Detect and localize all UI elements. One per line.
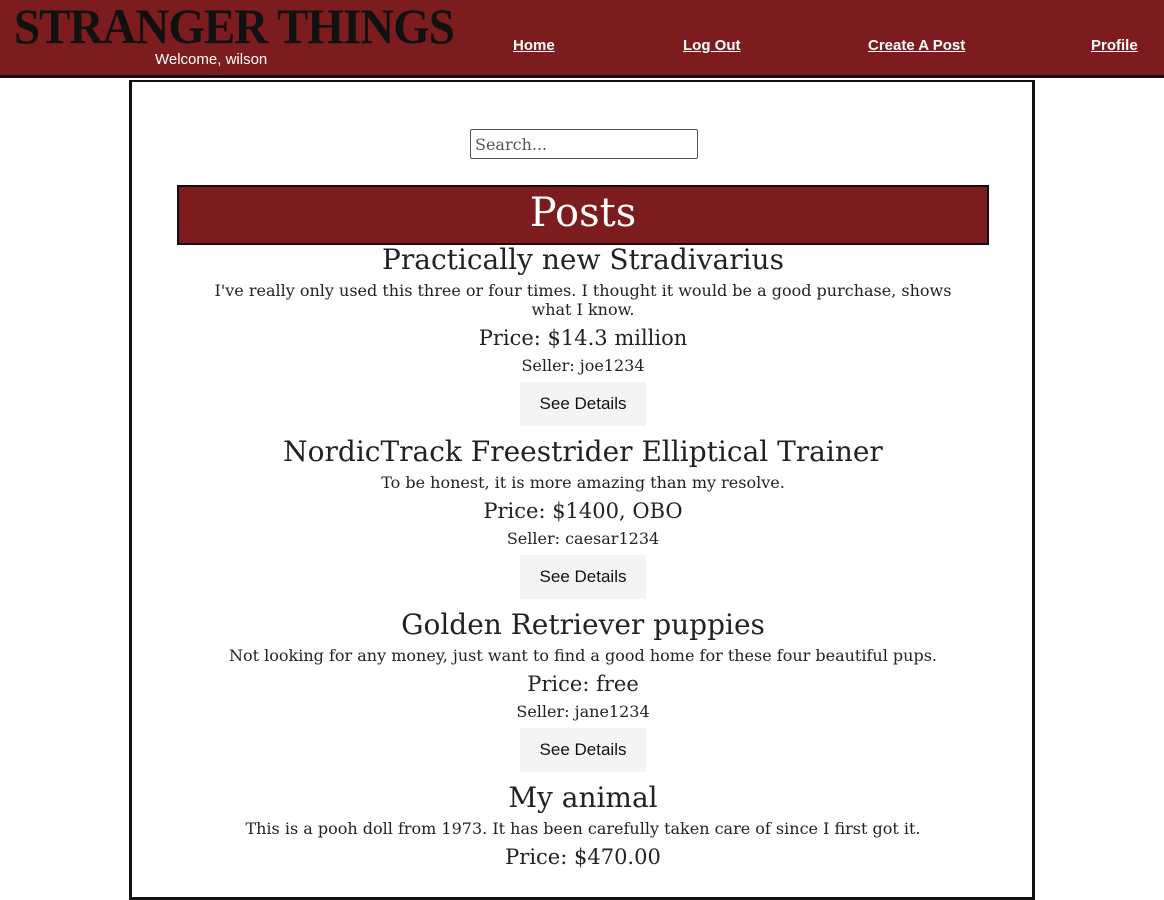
site-logo[interactable]: STRANGER THINGS xyxy=(14,0,455,55)
post-description: This is a pooh doll from 1973. It has be… xyxy=(245,819,921,838)
posts-panel: Posts Practically new Stradivarius I've … xyxy=(129,80,1035,900)
welcome-message: Welcome, wilson xyxy=(155,51,268,68)
nav-logout-link[interactable]: Log Out xyxy=(683,37,740,54)
post-card: My animal This is a pooh doll from 1973.… xyxy=(177,781,989,871)
post-price: Price: $1400, OBO xyxy=(483,499,683,523)
post-seller: Seller: caesar1234 xyxy=(506,529,660,548)
post-seller: Seller: joe1234 xyxy=(521,356,645,375)
post-description: To be honest, it is more amazing than my… xyxy=(381,473,785,492)
post-description: I've really only used this three or four… xyxy=(214,281,952,319)
post-card: Practically new Stradivarius I've really… xyxy=(177,243,989,426)
nav-create-post-link[interactable]: Create A Post xyxy=(868,37,965,54)
post-title: My animal xyxy=(508,781,658,814)
see-details-button[interactable]: See Details xyxy=(520,382,646,426)
post-price: Price: $14.3 million xyxy=(478,326,688,350)
post-price: Price: $470.00 xyxy=(505,845,661,869)
nav-profile-link[interactable]: Profile xyxy=(1091,37,1138,54)
see-details-button[interactable]: See Details xyxy=(520,728,646,772)
post-seller: Seller: jane1234 xyxy=(516,702,650,721)
search-input[interactable] xyxy=(470,129,698,159)
post-price: Price: free xyxy=(527,672,639,696)
post-title: Golden Retriever puppies xyxy=(401,608,765,641)
posts-heading: Posts xyxy=(177,185,989,245)
post-card: Golden Retriever puppies Not looking for… xyxy=(177,608,989,772)
site-header: STRANGER THINGS Welcome, wilson Home Log… xyxy=(0,0,1164,78)
post-title: NordicTrack Freestrider Elliptical Train… xyxy=(283,435,883,468)
post-card: NordicTrack Freestrider Elliptical Train… xyxy=(177,435,989,599)
see-details-button[interactable]: See Details xyxy=(520,555,646,599)
nav-home-link[interactable]: Home xyxy=(513,37,555,54)
post-description: Not looking for any money, just want to … xyxy=(229,646,937,665)
post-title: Practically new Stradivarius xyxy=(382,243,784,276)
